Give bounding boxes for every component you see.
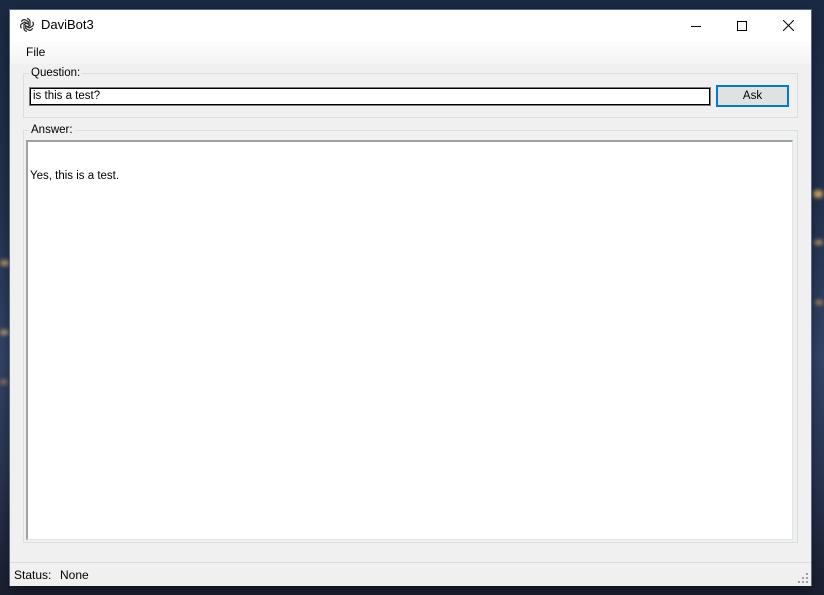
- resize-grip-icon[interactable]: [797, 572, 809, 584]
- status-value: None: [60, 568, 89, 582]
- status-bar: Status: None: [10, 562, 811, 586]
- menu-bar: File: [10, 41, 811, 64]
- question-group-label: Question:: [29, 67, 83, 79]
- question-input[interactable]: [29, 87, 711, 106]
- minimize-button[interactable]: [673, 10, 719, 41]
- close-button[interactable]: [765, 10, 811, 41]
- close-icon: [782, 20, 794, 31]
- answer-group-label: Answer:: [29, 124, 75, 136]
- answer-text: Yes, this is a test.: [30, 170, 120, 182]
- title-bar[interactable]: DaviBot3: [10, 10, 811, 41]
- answer-textarea[interactable]: Yes, this is a test.: [26, 140, 793, 540]
- maximize-button[interactable]: [719, 10, 765, 41]
- menu-item-file[interactable]: File: [20, 45, 51, 59]
- minimize-icon: [691, 25, 701, 27]
- openai-knot-icon: [20, 18, 34, 32]
- status-label: Status:: [14, 568, 52, 582]
- window-title: DaviBot3: [41, 17, 94, 32]
- maximize-icon: [737, 20, 747, 31]
- ask-button[interactable]: Ask: [716, 85, 789, 107]
- app-window: DaviBot3 File Question: Ask Answer: Yes,…: [10, 10, 811, 586]
